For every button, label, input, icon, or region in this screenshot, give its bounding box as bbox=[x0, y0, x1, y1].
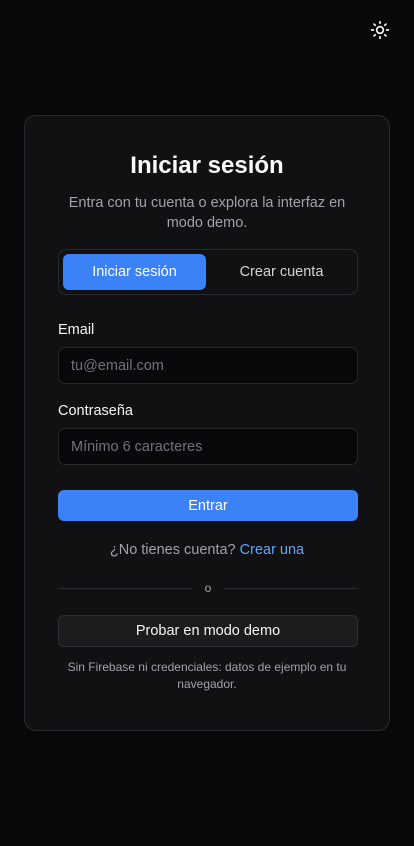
auth-tabs: Iniciar sesión Crear cuenta bbox=[58, 249, 358, 295]
tab-signup[interactable]: Crear cuenta bbox=[210, 254, 353, 290]
login-card: Iniciar sesión Entra con tu cuenta o exp… bbox=[24, 115, 390, 731]
divider-text: o bbox=[204, 581, 212, 595]
demo-note: Sin Firebase ni credenciales: datos de e… bbox=[67, 660, 347, 691]
signup-row: ¿No tienes cuenta? Crear una bbox=[58, 540, 356, 560]
submit-button[interactable]: Entrar bbox=[58, 490, 358, 521]
divider-line-right bbox=[223, 587, 358, 589]
tab-login[interactable]: Iniciar sesión bbox=[63, 254, 206, 290]
page-subtitle: Entra con tu cuenta o explora la interfa… bbox=[68, 195, 346, 231]
email-label: Email bbox=[58, 322, 95, 338]
login-page: Iniciar sesión Entra con tu cuenta o exp… bbox=[0, 0, 414, 846]
page-title: Iniciar sesión bbox=[130, 152, 284, 179]
sun-icon bbox=[370, 20, 390, 40]
password-label: Contraseña bbox=[58, 403, 133, 419]
demo-mode-button[interactable]: Probar en modo demo bbox=[58, 615, 358, 647]
divider: o bbox=[58, 580, 358, 596]
password-field[interactable] bbox=[58, 428, 358, 465]
signup-prompt: ¿No tienes cuenta? bbox=[109, 542, 236, 558]
signup-link[interactable]: Crear una bbox=[240, 542, 304, 558]
email-field[interactable] bbox=[58, 347, 358, 384]
divider-line-left bbox=[58, 587, 193, 589]
theme-toggle-button[interactable] bbox=[368, 18, 392, 42]
